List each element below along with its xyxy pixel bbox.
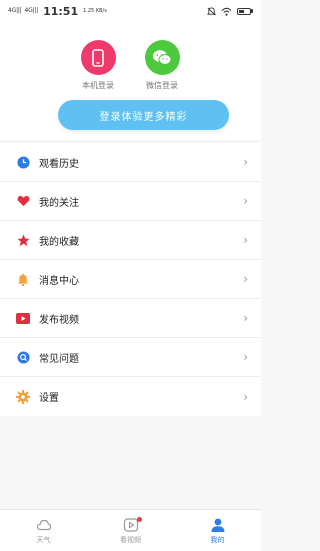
menu-item-label: 消息中心 [39,275,79,287]
menu-list: 观看历史 › 我的关注 › 我的收藏 › 消息中心 › 发布视频 › 常见问题 … [0,143,261,416]
login-header: 本机登录 微信登录 登录体验更多精彩 [0,22,261,140]
wechat-login-option[interactable]: 微信登录 [132,40,192,91]
gear-icon [16,389,30,404]
clock-time: 11:51 [43,4,79,18]
network-speed: 1.25 KB/s [83,7,107,14]
tab-videos[interactable]: 看视频 [87,510,174,551]
mute-icon [207,6,216,15]
status-left: 4G||| 4G||| 11:51 1.25 KB/s [8,5,107,18]
chevron-right-icon: › [243,311,248,325]
notification-dot [136,517,142,522]
chevron-right-icon: › [243,272,248,286]
menu-item-label: 发布视频 [39,314,79,326]
menu-item-settings[interactable]: 设置 › [0,377,261,416]
chevron-right-icon: › [243,194,248,208]
wifi-icon [221,7,232,16]
heart-icon [16,194,30,208]
chevron-right-icon: › [243,350,248,364]
question-icon [16,350,30,364]
wechat-login-label: 微信登录 [146,81,178,90]
wechat-icon [153,50,172,65]
video-icon [16,311,30,325]
login-more-button[interactable]: 登录体验更多精彩 [58,100,229,130]
menu-item-label: 常见问题 [39,353,79,365]
status-right [207,6,253,16]
menu-item-faq[interactable]: 常见问题 › [0,338,261,377]
tab-label: 看视频 [120,535,141,544]
menu-item-following[interactable]: 我的关注 › [0,182,261,221]
chevron-right-icon: › [243,155,248,169]
tab-weather[interactable]: 天气 [0,510,87,551]
menu-item-messages[interactable]: 消息中心 › [0,260,261,299]
menu-item-label: 我的关注 [39,197,79,209]
cloud-icon [36,519,51,530]
battery-icon [237,7,251,15]
phone-login-option[interactable]: 本机登录 [68,40,128,91]
menu-item-label: 设置 [39,393,59,404]
clock-icon [16,155,30,169]
tab-mine[interactable]: 我的 [174,510,261,551]
menu-item-label: 我的收藏 [39,236,79,248]
phone-icon [92,48,104,67]
phone-login-button[interactable] [80,40,116,75]
bell-icon [16,272,30,286]
wechat-login-button[interactable] [144,40,180,75]
status-bar: 4G||| 4G||| 11:51 1.25 KB/s [0,0,261,22]
signal-indicator-1: 4G||| [8,7,22,14]
phone-login-label: 本机登录 [82,81,114,90]
chevron-right-icon: › [243,389,248,404]
signal-indicator-2: 4G||| [24,7,39,14]
tab-label: 我的 [210,535,225,544]
menu-item-history[interactable]: 观看历史 › [0,143,261,182]
menu-item-label: 观看历史 [39,158,79,170]
tab-label: 天气 [36,535,51,544]
chevron-right-icon: › [243,233,248,247]
star-icon [16,233,30,247]
menu-item-publish-video[interactable]: 发布视频 › [0,299,261,338]
user-icon [211,518,224,532]
bottom-tab-bar: 天气 看视频 我的 [0,509,261,551]
menu-item-favorites[interactable]: 我的收藏 › [0,221,261,260]
